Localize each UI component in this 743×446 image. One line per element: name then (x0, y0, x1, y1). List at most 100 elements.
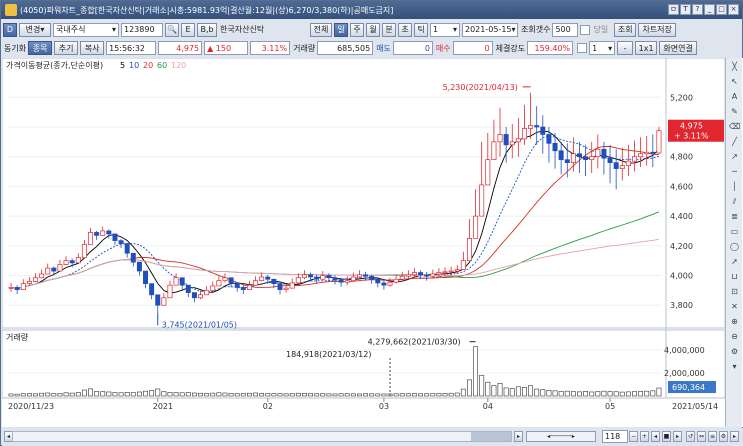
eraser-icon[interactable]: ⌫ (728, 120, 741, 133)
query-button[interactable]: 조회 (614, 22, 637, 37)
minus-button[interactable]: - (617, 41, 634, 55)
chart-type-button[interactable]: D (3, 22, 17, 37)
price-display: 4,975 (158, 41, 203, 55)
bb-button[interactable]: B,b (197, 22, 217, 37)
trend-line-icon[interactable]: ↗ (728, 150, 741, 163)
zoom-slider[interactable]: ◂──────▸ (526, 431, 596, 442)
ellipse-icon[interactable]: ◯ (728, 240, 741, 253)
option-select[interactable]: 1 ▾ (589, 41, 616, 55)
scroll-thumb[interactable] (471, 432, 511, 441)
line-tool-icon[interactable]: ╱ (728, 135, 741, 148)
lock-icon[interactable]: ⊡ (728, 285, 741, 298)
search-icon[interactable]: 🔍 (165, 22, 179, 37)
volume-bar (246, 392, 252, 397)
zoom-in-icon[interactable]: ⊕ (728, 315, 741, 328)
candle-body (485, 159, 491, 186)
x-axis-start-label: 2020/11/23 (8, 402, 54, 411)
change-select[interactable]: 변경 ▾ (19, 22, 51, 37)
date-field[interactable]: 2021-05-15 ▾ (462, 22, 518, 37)
channel-icon[interactable]: ⫽ (728, 195, 741, 208)
text-button[interactable]: T (680, 4, 691, 15)
period-count-select[interactable]: 1 ▾ (430, 22, 460, 37)
horizontal-line-icon[interactable]: ─ (728, 165, 741, 178)
chart-window: (4050)파워차트_종합[한국자산신탁|거래소|시총:5981.93억|결산월… (0, 0, 743, 446)
tab-weekly[interactable]: 주 (350, 22, 364, 37)
rectangle-icon[interactable]: ▭ (728, 225, 741, 238)
candle-body (234, 282, 240, 288)
zoom-out-button[interactable]: − (629, 431, 638, 442)
chart-area[interactable]: 5,2005,0004,8004,6004,4004,2004,0003,800… (1, 57, 743, 427)
volume-bar (308, 393, 313, 397)
arrow-icon[interactable]: ➚ (728, 255, 741, 268)
view-count-input[interactable]: 500 (552, 22, 579, 37)
help-button[interactable]: ? (692, 4, 703, 15)
candle-body (503, 134, 509, 146)
candle-body (33, 277, 38, 282)
tab-item[interactable]: 종목 (28, 41, 53, 55)
volume-bar (8, 393, 14, 397)
candle-body (619, 165, 625, 169)
horizontal-scrollbar[interactable] (12, 431, 512, 442)
more-icon[interactable]: ▸ (730, 431, 739, 442)
volume-bar (106, 391, 112, 397)
count-field[interactable]: 118 (602, 430, 628, 443)
settings-icon[interactable]: ⚙ (728, 345, 741, 358)
screen-link-button[interactable]: 화면연결 (659, 41, 698, 55)
pencil-icon[interactable]: ✎ (728, 105, 741, 118)
chevron-down-icon: ▾ (452, 25, 457, 34)
volume-bar (295, 392, 301, 397)
market-select[interactable]: 국내주식 ▾ (53, 22, 119, 37)
same-day-checkbox[interactable] (580, 24, 591, 35)
align-icon[interactable]: ≡ (708, 431, 717, 442)
magnet-icon[interactable]: ⊔ (728, 270, 741, 283)
tab-minute[interactable]: 분 (382, 22, 396, 37)
text-tool-icon[interactable]: A (728, 90, 741, 103)
minimize-button[interactable]: _ (704, 4, 715, 15)
first-page-icon[interactable]: ◂ (651, 431, 660, 442)
delete-icon[interactable]: ✕ (728, 300, 741, 313)
close-button[interactable]: × (728, 4, 739, 15)
scroll-down-icon[interactable]: ▾ (728, 360, 741, 373)
zoom-out-icon[interactable]: ⊖ (728, 330, 741, 343)
volume-bar (619, 391, 625, 397)
maximize-button[interactable]: □ (716, 4, 727, 15)
scroll-right-icon[interactable]: ▸ (514, 431, 523, 442)
candle-body (14, 287, 20, 290)
pin-button[interactable]: ㅁ (668, 4, 679, 15)
tab-add[interactable]: 추기 (54, 41, 79, 55)
candle-body (161, 297, 167, 306)
chevron-down-icon: ▾ (608, 43, 613, 53)
candle-body (308, 274, 314, 278)
fibonacci-icon[interactable]: ≣ (728, 210, 741, 223)
tab-copy[interactable]: 복사 (80, 41, 105, 55)
zoom-in-button[interactable]: + (640, 431, 649, 442)
cursor-icon[interactable]: ↖ (728, 75, 741, 88)
candle-body (259, 276, 265, 282)
volume-bar (369, 393, 375, 397)
e-button[interactable]: E (181, 22, 195, 37)
tab-daily[interactable]: 일 (334, 22, 348, 37)
chart-svg[interactable]: 5,2005,0004,8004,6004,4004,2004,0003,800… (1, 57, 726, 427)
config-icon[interactable]: ⚙ (719, 431, 728, 442)
layout-1x1-button[interactable]: 1x1 (635, 41, 658, 55)
fit-icon[interactable]: ⇔ (697, 431, 706, 442)
stop-icon[interactable]: ■ (662, 431, 671, 442)
last-page-icon[interactable]: ▸ (673, 431, 682, 442)
option-checkbox[interactable] (577, 43, 588, 53)
low-annotation: 3,745(2021/01/05) (162, 320, 237, 329)
candle-body (448, 270, 454, 273)
volume-bar (149, 390, 155, 397)
period-count-value: 1 (433, 25, 439, 34)
tab-monthly[interactable]: 월 (366, 22, 380, 37)
candle-body (576, 153, 582, 158)
all-button[interactable]: 전체 (310, 22, 332, 37)
crosshair-icon[interactable]: ╳ (728, 60, 741, 73)
tab-tick[interactable]: 틱 (414, 22, 428, 37)
tab-second[interactable]: 초 (398, 22, 412, 37)
save-chart-button[interactable]: 차트저장 (638, 22, 677, 37)
stock-code-input[interactable]: 123890 (121, 22, 163, 37)
reset-icon[interactable]: ↺ (686, 431, 695, 442)
vertical-line-icon[interactable]: │ (728, 180, 741, 193)
volume-bar (240, 393, 246, 397)
candle-body (198, 294, 204, 299)
